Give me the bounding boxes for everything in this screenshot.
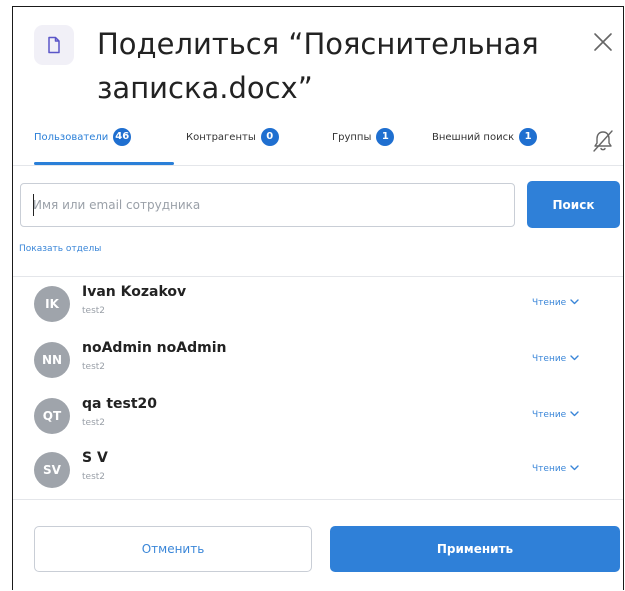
tab-contractors[interactable]: Контрагенты 0 [186,128,279,146]
tab-count-badge: 0 [260,128,279,146]
search-button[interactable]: Поиск [527,181,620,228]
user-name: noAdmin noAdmin [82,340,227,356]
list-item: IK Ivan Kozakov test2 Чтение [34,284,614,328]
user-name: qa test20 [82,396,158,412]
role-label: Чтение [532,464,567,474]
role-label: Чтение [532,354,567,364]
user-subtitle: test2 [82,472,106,482]
tab-label: Пользователи [34,131,109,143]
role-label: Чтение [532,410,567,420]
user-subtitle: test2 [82,306,106,316]
apply-button[interactable]: Применить [330,526,620,572]
role-dropdown[interactable]: Чтение [532,464,579,474]
user-subtitle: test2 [82,362,106,372]
tab-label: Контрагенты [186,131,256,143]
list-item: QT qa test20 test2 Чтение [34,396,614,440]
tab-external-search[interactable]: Внешний поиск 1 [432,128,538,146]
divider [13,499,623,500]
avatar: NN [34,342,70,378]
avatar: SV [34,452,70,488]
role-dropdown[interactable]: Чтение [532,298,579,308]
tab-count-badge: 46 [113,128,132,146]
user-name: Ivan Kozakov [82,284,187,300]
close-icon[interactable] [590,29,616,55]
avatar: QT [34,398,70,434]
chevron-down-icon [570,298,579,308]
role-dropdown[interactable]: Чтение [532,410,579,420]
tabs-bar: Пользователи 46 Контрагенты 0 Группы 1 В… [34,128,614,158]
dialog-title: Поделиться “Пояснительная записка.docx” [97,27,539,105]
avatar: IK [34,286,70,322]
chevron-down-icon [570,464,579,474]
list-item: SV S V test2 Чтение [34,450,614,494]
chevron-down-icon [570,410,579,420]
user-name: S V [82,450,108,466]
tab-label: Группы [332,131,372,143]
role-dropdown[interactable]: Чтение [532,354,579,364]
list-item: NN noAdmin noAdmin test2 Чтение [34,340,614,384]
tab-count-badge: 1 [376,128,395,146]
divider [13,165,623,166]
role-label: Чтение [532,298,567,308]
tab-count-badge: 1 [519,128,538,146]
search-input[interactable] [20,183,515,227]
chevron-down-icon [570,354,579,364]
tab-users[interactable]: Пользователи 46 [34,128,132,146]
bell-off-icon[interactable] [591,128,615,154]
user-subtitle: test2 [82,418,106,428]
tab-groups[interactable]: Группы 1 [332,128,395,146]
text-caret [33,194,34,216]
show-departments-link[interactable]: Показать отделы [19,244,101,254]
document-icon [34,25,74,65]
divider [13,276,623,277]
tab-label: Внешний поиск [432,131,515,143]
cancel-button[interactable]: Отменить [34,526,312,572]
